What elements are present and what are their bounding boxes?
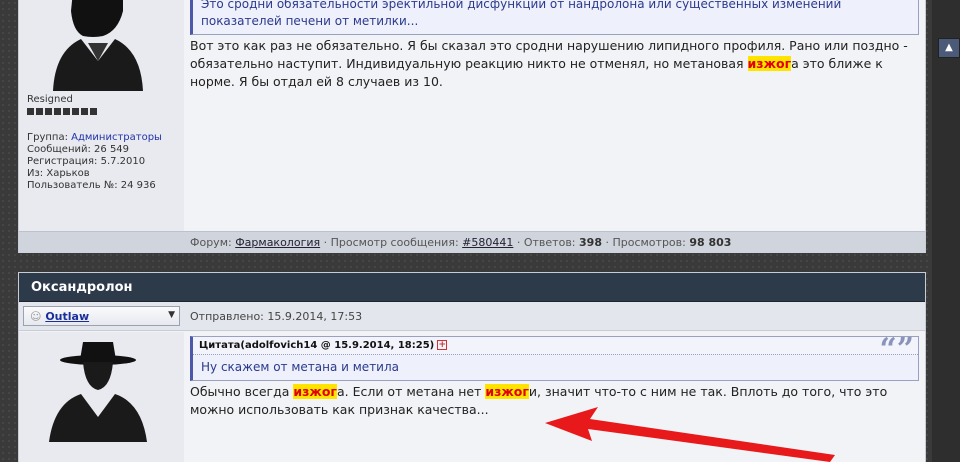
avatar (53, 0, 143, 91)
user-sidebar: Resigned Группа: Администраторы Сообщени… (19, 0, 184, 252)
views-count: 98 803 (689, 236, 732, 249)
post: Resigned Группа: Администраторы Сообщени… (18, 0, 926, 253)
chevron-down-icon: ▼ (168, 310, 175, 320)
quote-icon: “” (879, 332, 914, 367)
quote-text: Это сродни обязательности эректильной ди… (201, 0, 842, 28)
user-sidebar (19, 332, 184, 462)
user-status: Resigned (27, 94, 97, 115)
quote-text: Ну скажем от метана и метила (201, 360, 399, 374)
right-scroll-panel: ▲ (932, 0, 960, 462)
post-message: Вот это как раз не обязательно. Я бы ска… (190, 38, 908, 89)
user-menu-button[interactable]: ☺ Outlaw ▼ (23, 306, 180, 326)
user-group: Группа: Администраторы (27, 132, 162, 143)
user-details: Группа: Администраторы Сообщений: 26 549… (27, 132, 162, 192)
search-highlight: изжог (747, 56, 792, 71)
user-number: Пользователь №: 24 936 (27, 180, 156, 191)
post-content: Это сродни обязательности эректильной ди… (185, 0, 925, 252)
expand-icon[interactable]: + (437, 340, 448, 350)
quote-block: Это сродни обязательности эректильной ди… (190, 0, 919, 35)
status-text: Resigned (27, 94, 73, 105)
post-date: Отправлено: 15.9.2014, 17:53 (190, 310, 363, 323)
user-posts: Сообщений: 26 549 (27, 144, 130, 155)
annotation-arrow (545, 407, 835, 462)
message-link[interactable]: #580441 (462, 236, 513, 249)
avatar (48, 342, 148, 442)
post-footer: Форум: Фармакология · Просмотр сообщения… (19, 231, 925, 253)
post-meta: ☺ Outlaw ▼ Отправлено: 15.9.2014, 17:53 (19, 302, 925, 331)
search-highlight: изжог (293, 384, 337, 399)
user-location: Из: Харьков (27, 168, 90, 179)
forum-link[interactable]: Фармакология (235, 236, 320, 249)
user-icon: ☺ (30, 310, 42, 323)
user-registered: Регистрация: 5.7.2010 (27, 156, 146, 167)
replies-count: 398 (579, 236, 602, 249)
scroll-up-button[interactable]: ▲ (938, 38, 960, 58)
rank-pips (27, 108, 97, 115)
username-link[interactable]: Outlaw (45, 310, 89, 323)
quote-header: Цитата(adolfovich14 @ 15.9.2014, 18:25) + (193, 337, 918, 355)
post-title: Оксандролон (19, 273, 925, 302)
group-link[interactable]: Администраторы (71, 132, 162, 143)
quote-block: Цитата(adolfovich14 @ 15.9.2014, 18:25) +… (190, 332, 919, 381)
search-highlight: изжог (485, 384, 529, 399)
